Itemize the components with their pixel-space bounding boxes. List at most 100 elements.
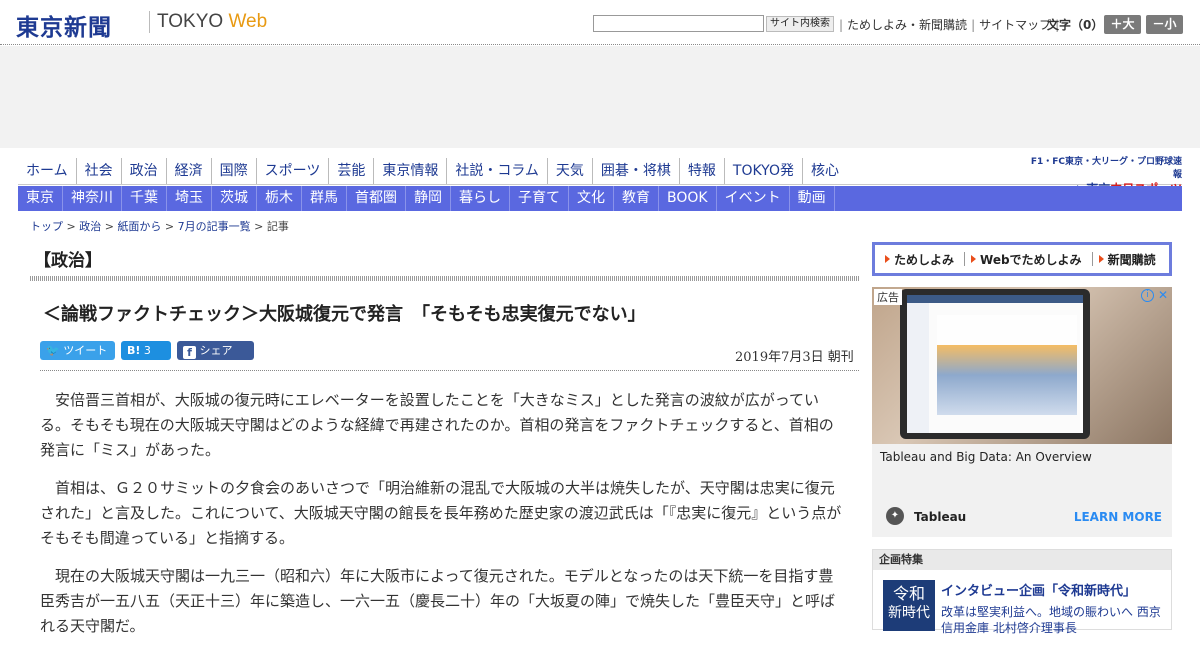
nav-divider (18, 184, 1182, 185)
breadcrumb-july-list[interactable]: 7月の記事一覧 (178, 220, 251, 233)
subscribe-separator (1091, 252, 1093, 266)
top-ad-banner (0, 46, 1200, 148)
breadcrumb-separator: > (63, 220, 80, 233)
font-larger-button[interactable]: ＋大 (1104, 15, 1141, 34)
hatena-count: 3 (143, 344, 151, 357)
logo-tokyo-web[interactable]: TOKYO Web (157, 11, 267, 33)
facebook-share-button[interactable]: f シェア 60 (177, 341, 254, 376)
ad-info-icon[interactable]: i (1141, 289, 1154, 302)
nav2-education[interactable]: 教育 (614, 186, 659, 211)
tweet-button[interactable]: 🐦 ツイート (40, 341, 115, 360)
nav-editorial-column[interactable]: 社説・コラム (447, 158, 548, 184)
feature-box: 企画特集 令和 新時代 インタビュー企画「令和新時代」 改革は堅実利益へ。地域の… (872, 549, 1172, 635)
nav-entertainment[interactable]: 芸能 (329, 158, 375, 184)
ad-title[interactable]: Tableau and Big Data: An Overview (880, 450, 1092, 464)
logo-divider (149, 11, 150, 33)
feature-thumb-line1: 令和 (892, 584, 925, 603)
nav2-video[interactable]: 動画 (790, 186, 835, 211)
hatena-icon: B! (127, 344, 141, 357)
nav-tokyo-info[interactable]: 東京情報 (374, 158, 448, 184)
nav2-shizuoka[interactable]: 静岡 (406, 186, 451, 211)
subscribe-separator (964, 252, 966, 266)
breadcrumb-separator: > (250, 220, 267, 233)
nav-kakushin[interactable]: 核心 (803, 158, 847, 184)
nav2-gunma[interactable]: 群馬 (302, 186, 347, 211)
nav-politics[interactable]: 政治 (122, 158, 167, 184)
nav2-tochigi[interactable]: 栃木 (257, 186, 302, 211)
top-links: | ためしよみ・新聞購読 | サイトマップ | (835, 16, 1063, 33)
feature-description[interactable]: 改革は堅実利益へ。地域の賑わいへ 西京信用金庫 北村啓介理事長 (941, 604, 1166, 636)
breadcrumb-politics[interactable]: 政治 (79, 220, 101, 233)
site-header: 東京新聞 TOKYO Web サイト内検索 | ためしよみ・新聞購読 | サイトマップ… (0, 0, 1200, 45)
trial-read-label: ためしよみ (894, 252, 955, 267)
tableau-logo-icon: ✦ (886, 507, 904, 525)
arrow-icon (1098, 255, 1104, 263)
feature-title[interactable]: インタビュー企画「令和新時代」 (941, 580, 1136, 599)
category-heading: 【政治】 (34, 251, 102, 271)
ad-close-icon[interactable]: ✕ (1158, 288, 1168, 302)
facebook-share-label: シェア (199, 344, 233, 357)
nav-weather[interactable]: 天気 (548, 158, 593, 184)
article-body: 安倍晋三首相が、大阪城の復元時にエレベーターを設置したことを「大きなミス」とした… (40, 388, 842, 652)
link-separator: | (839, 18, 844, 32)
sports-banner-tagline: F1・FC東京・大リーグ・プロ野球速報 (1030, 157, 1182, 180)
nav2-saitama[interactable]: 埼玉 (167, 186, 212, 211)
nav2-living[interactable]: 暮らし (451, 186, 510, 211)
article-headline: ＜論戦ファクトチェック＞大阪城復元で発言 「そもそも忠実復元でない」 (43, 304, 646, 325)
trial-subscribe-link[interactable]: ためしよみ・新聞購読 (847, 18, 967, 32)
nav2-tokyo[interactable]: 東京 (18, 186, 63, 211)
site-search-button[interactable]: サイト内検索 (766, 16, 834, 32)
breadcrumb-current: 記事 (266, 220, 289, 233)
article-paragraph: 現在の大阪城天守閣は一九三一（昭和六）年に大阪市によって復元された。モデルとなっ… (40, 567, 836, 635)
ad-image[interactable]: 広告 i ✕ (872, 287, 1172, 444)
feature-thumb-line2: 新時代 (888, 605, 930, 621)
breadcrumb-print-edition[interactable]: 紙面から (117, 220, 161, 233)
laptop-screen (907, 295, 1083, 433)
dotted-divider (40, 370, 859, 371)
nav-sports[interactable]: スポーツ (257, 158, 330, 184)
nav2-kanagawa[interactable]: 神奈川 (63, 186, 122, 211)
learn-more-button[interactable]: LEARN MORE (1074, 510, 1162, 524)
screen-chart (937, 315, 1077, 415)
arrow-icon (885, 255, 890, 263)
facebook-icon: f (183, 346, 196, 359)
article-paragraph: 安倍晋三首相が、大阪城の復元時にエレベーターを設置したことを「大きなミス」とした… (40, 391, 834, 459)
nav-go-shogi[interactable]: 囲碁・将棋 (593, 158, 680, 184)
ad-label: 広告 (874, 289, 902, 305)
nav2-parenting[interactable]: 子育て (510, 186, 569, 211)
feature-heading: 企画特集 (873, 550, 1171, 570)
article-date: 2019年7月3日 朝刊 (735, 350, 854, 365)
nav-home[interactable]: ホーム (18, 158, 77, 184)
subscribe-label: 新聞購読 (1107, 252, 1156, 267)
hatena-bookmark-button[interactable]: B! 3 (121, 341, 171, 360)
nav2-ibaraki[interactable]: 茨城 (212, 186, 257, 211)
sidebar-ad[interactable]: 広告 i ✕ Tableau and Big Data: An Overview… (872, 287, 1172, 537)
font-smaller-button[interactable]: －小 (1146, 15, 1183, 34)
screen-toolbar (907, 295, 1083, 303)
nav-economy[interactable]: 経済 (167, 158, 212, 184)
logo-tokyo-shimbun[interactable]: 東京新聞 (16, 8, 112, 42)
nav2-events[interactable]: イベント (717, 186, 790, 211)
search-input[interactable] (593, 15, 764, 32)
breadcrumb-top[interactable]: トップ (30, 220, 63, 233)
subscribe-box: ためしよみ Webでためしよみ 新聞購読 (872, 242, 1172, 276)
nav-special-report[interactable]: 特報 (680, 158, 725, 184)
sitemap-link[interactable]: サイトマップ (979, 18, 1051, 32)
nav-society[interactable]: 社会 (77, 158, 122, 184)
nav-tokyo-hatsu[interactable]: TOKYO発 (725, 158, 803, 184)
nav2-chiba[interactable]: 千葉 (122, 186, 167, 211)
subscribe-link[interactable]: 新聞購読 (1098, 251, 1156, 268)
nav2-shutoken[interactable]: 首都圏 (347, 186, 406, 211)
nav-international[interactable]: 国際 (212, 158, 257, 184)
ad-brand[interactable]: Tableau (914, 510, 966, 524)
feature-thumbnail[interactable]: 令和 新時代 (883, 580, 935, 631)
web-trial-read-label: Webでためしよみ (980, 252, 1082, 267)
chunichi-sports-banner[interactable]: F1・FC東京・大リーグ・プロ野球速報 ▶東京中日スポーツ (1022, 154, 1182, 196)
trial-read-link[interactable]: ためしよみ (885, 251, 954, 268)
screen-sidebar (907, 303, 929, 433)
article-paragraph: 首相は、Ｇ２０サミットの夕食会のあいさつで「明治維新の混乱で大阪城の大半は焼失し… (40, 479, 842, 547)
nav2-culture[interactable]: 文化 (569, 186, 614, 211)
logo-tokyo-text: TOKYO (157, 11, 224, 32)
nav2-book[interactable]: BOOK (659, 186, 717, 211)
web-trial-read-link[interactable]: Webでためしよみ (971, 251, 1082, 268)
